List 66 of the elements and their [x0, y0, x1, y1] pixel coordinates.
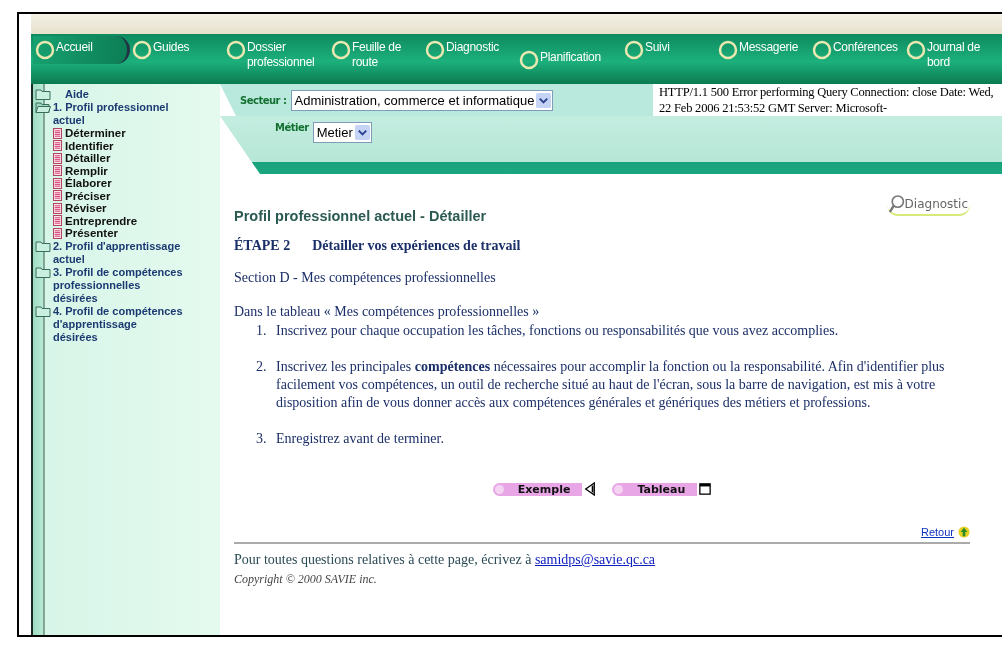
nav-tab[interactable]: Feuille de route [329, 36, 423, 74]
table-button[interactable]: Tableau [612, 482, 698, 496]
step-number: ÉTAPE 2 [234, 238, 291, 254]
open-folder-icon [35, 101, 51, 113]
ring-icon [331, 40, 351, 60]
ring-icon [425, 40, 445, 60]
sector-label: Secteur : [240, 94, 287, 106]
example-button[interactable]: Exemple [492, 482, 583, 496]
ring-icon [812, 40, 832, 60]
nav-tab[interactable]: Accueil [33, 36, 130, 64]
document-icon [53, 140, 62, 152]
document-icon [53, 165, 62, 177]
ring-icon [132, 40, 152, 60]
page-title: Profil professionnel actuel - Détailler [234, 208, 487, 224]
trade-dropdown[interactable]: Metier [312, 122, 372, 143]
tree-item[interactable]: Remplir [53, 164, 218, 177]
window-icon [699, 482, 712, 496]
folder-icon [35, 88, 51, 100]
list-number: 1. [256, 322, 268, 340]
tree-item[interactable]: Entreprendre [53, 214, 218, 227]
ring-icon [906, 40, 926, 60]
tree-item[interactable]: Élaborer [53, 177, 218, 190]
email-link[interactable]: samidps@savie.qc.ca [534, 552, 656, 567]
document-icon [53, 190, 62, 202]
folder-icon [35, 304, 51, 317]
instruction-text: Inscrivez pour chaque occupation les tâches, fonctions ou responsabilités que vous avez accomplies. [276, 322, 839, 340]
ring-icon [624, 40, 644, 60]
section-heading: Section D - Mes compétences professionnelles [234, 270, 497, 286]
tree-item[interactable]: Présenter [53, 227, 218, 240]
tree-item[interactable]: Déterminer [53, 127, 218, 140]
folder-icon [35, 239, 51, 252]
intro-text: Dans le tableau « Mes compétences professionnelles » [234, 304, 541, 320]
instruction-text: Inscrivez les principales compétences nécessaires pour accomplir la fonction ou la responsabilité. Afin d'identifier plus facilement vos compétences, un outil de recherche situé au haut de l'écran, sous la barre de navigation, est mis à votre disposition afin de vous donner accès aux compétences générales et génériques des métiers et professions. [276, 358, 946, 412]
folder-icon [35, 265, 51, 278]
document-icon [53, 202, 62, 214]
trade-label: Métier [275, 122, 309, 133]
tree-item[interactable]: 4. Profil de compétences d'apprentissage désirées [33, 304, 218, 344]
copyright-text: Copyright © 2000 SAVIE inc. [234, 572, 378, 587]
document-icon [53, 227, 62, 239]
list-number: 2. [256, 358, 268, 376]
document-icon [53, 127, 62, 139]
nav-tab[interactable]: Suivi [622, 36, 716, 64]
step-title: Détailler vos expériences de travail [312, 238, 521, 254]
ring-icon [226, 40, 246, 60]
diagnostic-logo: Diagnostic [886, 194, 970, 216]
tree-item[interactable]: Préciser [53, 189, 218, 202]
ring-icon [718, 40, 738, 60]
tree-item[interactable]: Réviser [53, 202, 218, 215]
tree-item[interactable]: Détailler [53, 152, 218, 165]
tree-item[interactable]: Identifier [53, 139, 218, 152]
up-arrow-icon [958, 526, 970, 538]
tree-item[interactable]: 1. Profil professionnel actuel [33, 101, 218, 127]
list-number: 3. [256, 430, 268, 448]
document-icon [53, 215, 62, 227]
instruction-text: Enregistrez avant de terminer. [276, 430, 444, 448]
tree-item[interactable]: 3. Profil de compétences professionnelles désirées [33, 265, 218, 305]
sector-dropdown[interactable]: Administration, commerce et informatique [290, 89, 554, 111]
back-arrow-icon [584, 482, 597, 496]
document-icon [53, 152, 62, 164]
ring-icon [519, 50, 539, 70]
tree-item[interactable]: 2. Profil d'apprentissage actuel [33, 239, 218, 266]
contact-text: Pour toutes questions relatives à cette page, écrivez à samidps@savie.qc.ca [234, 552, 657, 568]
document-icon [53, 177, 62, 189]
tree-item[interactable]: Aide [33, 88, 218, 101]
ring-icon [35, 40, 55, 60]
back-link[interactable]: Retour [920, 526, 954, 538]
